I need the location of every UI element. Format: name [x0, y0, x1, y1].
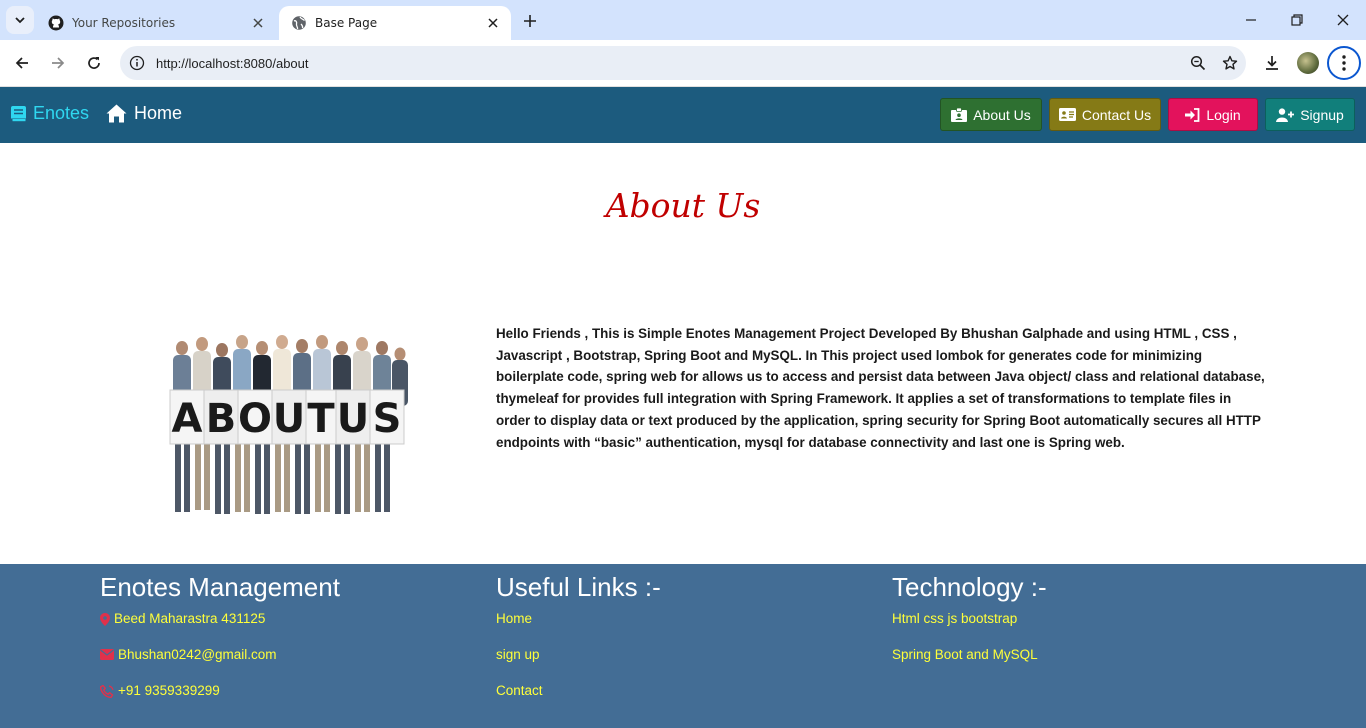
footer-tech-item: Html css js bootstrap: [892, 611, 1018, 626]
svg-text:T: T: [307, 396, 335, 442]
page-title: About Us: [605, 186, 761, 225]
brand-link[interactable]: Enotes: [10, 103, 89, 124]
signup-label: Signup: [1300, 106, 1344, 123]
footer-title-technology: Technology :-: [892, 572, 1047, 602]
forward-button[interactable]: [44, 49, 72, 77]
plus-icon: [524, 15, 536, 27]
user-plus-icon: [1276, 107, 1295, 122]
browser-toolbar: http://localhost:8080/about: [0, 40, 1366, 87]
tab-search-button[interactable]: [6, 6, 34, 34]
app-navbar: Enotes Home About Us Contact Us Login Si…: [0, 87, 1366, 143]
tab-your-repositories[interactable]: Your Repositories: [36, 6, 276, 40]
close-window-button[interactable]: [1320, 0, 1366, 40]
footer-phone: +91 9359339299: [100, 683, 340, 719]
tab-title: Base Page: [315, 16, 378, 30]
footer-column-links: Useful Links :- Home sign up Contact: [496, 572, 661, 719]
home-icon: [106, 104, 127, 123]
minimize-icon: [1246, 19, 1256, 21]
url-path: :8080/about: [239, 55, 309, 71]
address-text: Beed Maharastra 431125: [114, 611, 266, 626]
downloads-button[interactable]: [1258, 49, 1286, 77]
about-us-button[interactable]: About Us: [940, 98, 1042, 131]
id-badge-icon: [951, 107, 968, 122]
footer-email: Bhushan0242@gmail.com: [100, 647, 340, 683]
svg-text:A: A: [172, 396, 203, 442]
zoom-icon[interactable]: [1182, 47, 1214, 79]
address-bar[interactable]: http://localhost:8080/about: [120, 46, 1246, 80]
reload-button[interactable]: [80, 49, 108, 77]
phone-text: +91 9359339299: [118, 683, 220, 698]
email-text: Bhushan0242@gmail.com: [118, 647, 277, 662]
footer-address: Beed Maharastra 431125: [100, 611, 340, 647]
close-icon: [1337, 14, 1349, 26]
signup-button[interactable]: Signup: [1265, 98, 1355, 131]
svg-text:U: U: [273, 396, 305, 442]
envelope-icon: [100, 649, 114, 660]
tab-base-page[interactable]: Base Page: [279, 6, 511, 40]
footer-link-home[interactable]: Home: [496, 611, 661, 647]
tab-close-icon[interactable]: [485, 15, 501, 31]
back-button[interactable]: [8, 49, 36, 77]
kebab-menu-icon: [1342, 55, 1346, 71]
brand-name: Enotes: [33, 103, 90, 123]
login-label: Login: [1206, 106, 1241, 123]
github-icon: [48, 15, 64, 31]
address-card-icon: [1058, 108, 1076, 121]
download-icon: [1266, 56, 1278, 70]
map-marker-icon: [100, 613, 110, 626]
restore-icon: [1291, 14, 1303, 26]
profile-button[interactable]: [1294, 49, 1322, 77]
letter-cards: A B O U T U S: [169, 389, 405, 445]
restore-button[interactable]: [1274, 0, 1320, 40]
login-button[interactable]: Login: [1168, 98, 1258, 131]
footer-tech-item: Spring Boot and MySQL: [892, 647, 1038, 662]
url-text[interactable]: http://localhost:8080/about: [156, 56, 1182, 71]
tab-close-icon[interactable]: [250, 15, 266, 31]
svg-text:U: U: [337, 396, 369, 442]
tab-title: Your Repositories: [72, 16, 176, 30]
svg-text:S: S: [373, 396, 402, 442]
arrow-right-icon: [52, 57, 65, 69]
arrow-left-icon: [15, 57, 28, 69]
site-info-icon[interactable]: [120, 46, 154, 80]
reload-icon: [88, 57, 100, 69]
minimize-button[interactable]: [1228, 0, 1274, 40]
about-us-image: A B O U T U S: [169, 335, 408, 514]
browser-tab-strip: Your Repositories Base Page: [0, 0, 1366, 40]
footer: Enotes Management Beed Maharastra 431125…: [0, 564, 1366, 728]
svg-text:B: B: [206, 396, 237, 442]
new-tab-button[interactable]: [518, 9, 542, 33]
globe-icon: [292, 16, 306, 30]
footer-title-enotes: Enotes Management: [100, 572, 340, 602]
contact-us-button[interactable]: Contact Us: [1049, 98, 1161, 131]
chevron-down-icon: [15, 17, 25, 24]
footer-title-links: Useful Links :-: [496, 572, 661, 602]
footer-link-contact[interactable]: Contact: [496, 683, 661, 719]
svg-text:O: O: [238, 396, 272, 442]
footer-link-signup[interactable]: sign up: [496, 647, 661, 683]
about-paragraph: Hello Friends , This is Simple Enotes Ma…: [496, 326, 1265, 450]
sign-in-icon: [1185, 107, 1200, 122]
phone-icon: [100, 685, 114, 698]
book-icon: [11, 105, 26, 122]
footer-column-contact: Enotes Management Beed Maharastra 431125…: [100, 572, 340, 719]
about-us-label: About Us: [973, 106, 1031, 123]
url-host: http://localhost: [156, 55, 240, 71]
home-link[interactable]: Home: [106, 103, 182, 124]
browser-menu-button[interactable]: [1327, 46, 1361, 80]
footer-column-technology: Technology :- Html css js bootstrap Spri…: [892, 572, 1047, 683]
contact-us-label: Contact Us: [1081, 106, 1152, 123]
home-label: Home: [134, 103, 183, 123]
bookmark-star-icon[interactable]: [1214, 47, 1246, 79]
avatar: [1297, 52, 1319, 74]
